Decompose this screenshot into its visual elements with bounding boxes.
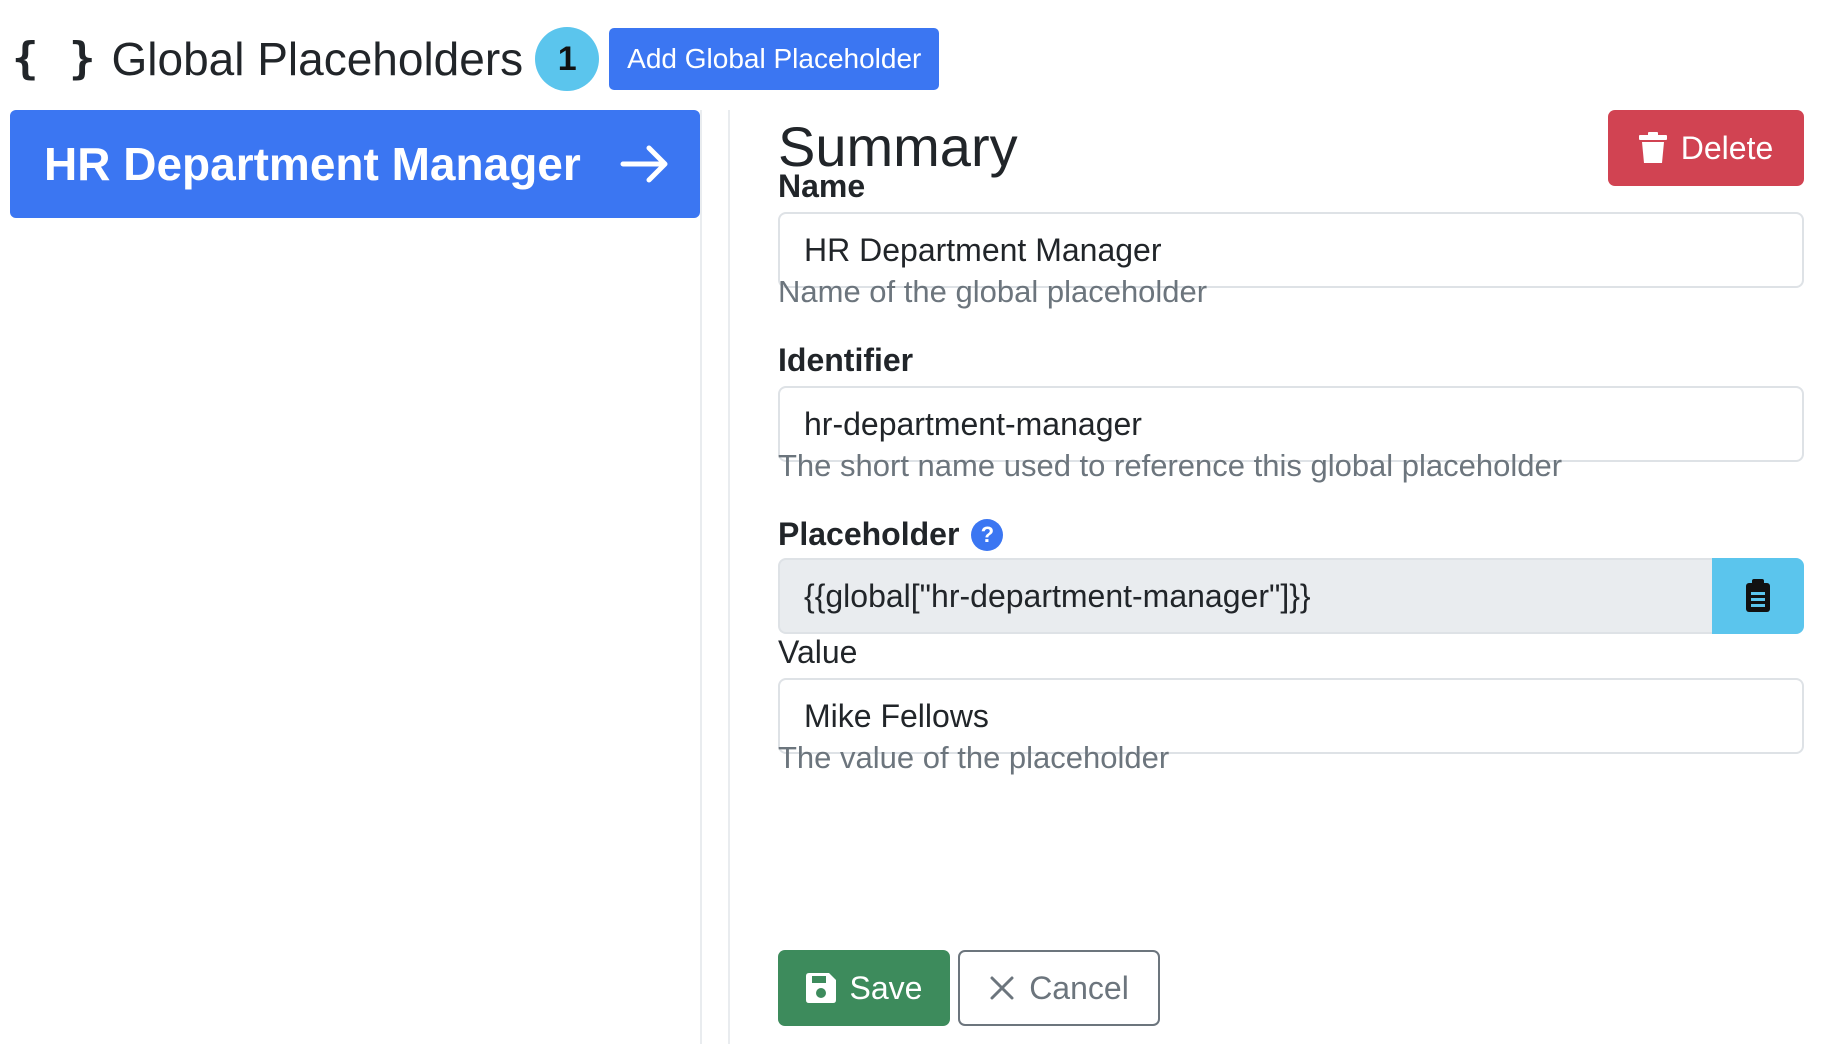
placeholder-input-group — [778, 558, 1804, 634]
form-actions: Save Cancel — [778, 950, 1160, 1026]
placeholder-input[interactable] — [778, 558, 1712, 634]
copy-to-clipboard-button[interactable] — [1712, 558, 1804, 634]
name-label: Name — [778, 168, 866, 204]
floppy-disk-icon — [805, 973, 836, 1003]
page: { } Global Placeholders 1 Add Global Pla… — [0, 0, 1846, 1044]
header: { } Global Placeholders 1 Add Global Pla… — [12, 26, 940, 92]
page-title: Global Placeholders — [111, 33, 524, 85]
add-global-placeholder-button[interactable]: Add Global Placeholder — [609, 28, 940, 90]
name-help-text: Name of the global placeholder — [778, 274, 1208, 309]
placeholder-label-row: Placeholder ? — [778, 516, 1004, 553]
value-label: Value — [778, 634, 858, 670]
panel-divider — [700, 110, 730, 1044]
save-button[interactable]: Save — [778, 950, 950, 1026]
placeholder-list: HR Department Manager — [10, 110, 700, 218]
question-circle-icon[interactable]: ? — [971, 518, 1004, 551]
list-item-label: HR Department Manager — [44, 138, 581, 190]
value-help-text: The value of the placeholder — [778, 740, 1170, 775]
clipboard-icon — [1746, 579, 1770, 612]
close-icon — [990, 976, 1014, 1000]
braces-icon: { } — [12, 33, 98, 84]
trash-icon — [1638, 132, 1667, 163]
list-item[interactable]: HR Department Manager — [10, 110, 700, 218]
arrow-right-icon — [620, 145, 668, 183]
cancel-button-label: Cancel — [1029, 969, 1129, 1006]
identifier-label: Identifier — [778, 342, 914, 378]
delete-button[interactable]: Delete — [1608, 110, 1804, 186]
placeholder-label: Placeholder — [778, 516, 960, 552]
delete-button-label: Delete — [1680, 129, 1774, 166]
cancel-button[interactable]: Cancel — [958, 950, 1160, 1026]
save-button-label: Save — [849, 969, 923, 1006]
count-badge: 1 — [535, 27, 600, 91]
identifier-help-text: The short name used to reference this gl… — [778, 448, 1563, 483]
